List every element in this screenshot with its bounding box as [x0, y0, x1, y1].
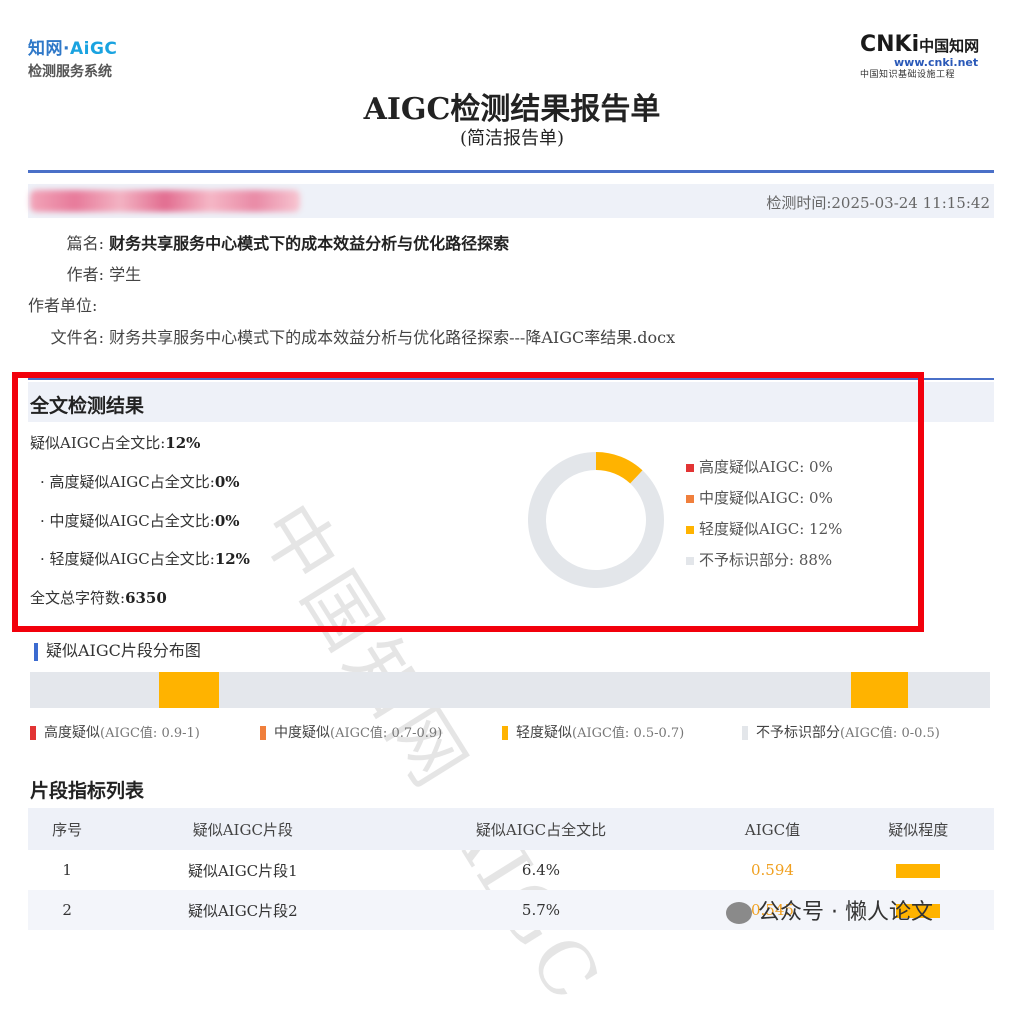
- dist-legend-high-label: 高度疑似: [44, 725, 100, 741]
- info-row-title: 篇名: 财务共享服务中心模式下的成本效益分析与优化路径探索: [28, 230, 510, 254]
- header-divider: [28, 170, 994, 173]
- distribution-segment[interactable]: [850, 672, 909, 708]
- dist-legend-unmarked-swatch: [742, 726, 748, 740]
- col-level: 疑似程度: [842, 808, 994, 850]
- row-level: [842, 850, 994, 890]
- dist-legend-mid-swatch: [260, 726, 266, 740]
- dist-legend-unmarked-range: (AIGC值: 0-0.5): [840, 726, 940, 741]
- dist-legend-low-swatch: [502, 726, 508, 740]
- author-label: 作者:: [66, 265, 104, 284]
- info-row-org: 作者单位:: [28, 292, 97, 316]
- wechat-watermark: 公众号 · 懒人论文: [726, 894, 933, 926]
- logo-text-aigc: AiGC: [69, 39, 118, 59]
- highlight-box: [12, 372, 924, 632]
- col-fragment: 疑似AIGC片段: [106, 808, 380, 850]
- logo-subtext: 检测服务系统: [28, 64, 112, 80]
- dist-legend-high: 高度疑似(AIGC值: 0.9-1): [30, 722, 200, 742]
- author-value: 学生: [109, 265, 142, 284]
- row-ratio: 6.4%: [521, 861, 561, 879]
- distribution-title: 疑似AIGC片段分布图: [34, 637, 201, 661]
- level-bar: [896, 864, 941, 878]
- cnki-brand: CNKi: [860, 32, 920, 57]
- dist-legend-unmarked: 不予标识部分(AIGC值: 0-0.5): [742, 722, 940, 742]
- report-subtitle: (简洁报告单): [459, 128, 565, 149]
- aigc-system-logo: 知网·AiGC 检测服务系统: [28, 34, 117, 81]
- cnki-brand-cn: 中国知网: [919, 37, 980, 55]
- wechat-icon: [726, 902, 752, 924]
- title-value: 财务共享服务中心模式下的成本效益分析与优化路径探索: [109, 234, 510, 253]
- row-index: 1: [62, 861, 72, 879]
- col-aigc: AIGC值: [702, 808, 843, 850]
- file-value: 财务共享服务中心模式下的成本效益分析与优化路径探索---降AIGC率结果.doc…: [109, 328, 676, 347]
- title-label: 篇名:: [66, 234, 104, 253]
- row-ratio: 5.7%: [379, 890, 703, 930]
- dist-legend-high-range: (AIGC值: 0.9-1): [100, 726, 200, 741]
- dist-legend-low-label: 轻度疑似: [516, 725, 572, 741]
- cnki-url: www.cnki.net: [894, 56, 979, 69]
- redacted-name: [30, 190, 300, 212]
- report-title: AIGC检测结果报告单: [363, 92, 661, 127]
- table-row: 1 疑似AIGC片段1 6.4% 0.594: [28, 850, 994, 890]
- file-label: 文件名:: [50, 328, 104, 347]
- info-row-file: 文件名: 财务共享服务中心模式下的成本效益分析与优化路径探索---降AIGC率结…: [28, 324, 676, 348]
- cnki-slogan: 中国知识基础设施工程: [860, 70, 956, 80]
- row-fragment-link[interactable]: 疑似AIGC片段2: [106, 890, 380, 930]
- dist-legend-mid: 中度疑似(AIGC值: 0.7-0.9): [260, 722, 442, 742]
- detection-time: 检测时间:2025-03-24 11:15:42: [766, 194, 990, 212]
- org-label: 作者单位:: [28, 296, 98, 315]
- fragment-table-title: 片段指标列表: [30, 780, 145, 802]
- row-aigc-value: 0.594: [751, 861, 794, 879]
- dist-legend-high-swatch: [30, 726, 36, 740]
- distribution-title-text: 疑似AIGC片段分布图: [46, 641, 201, 660]
- cnki-logo: CNKi中国知网 www.cnki.net 中国知识基础设施工程: [860, 34, 996, 81]
- distribution-strip: [30, 672, 990, 708]
- dist-legend-low-range: (AIGC值: 0.5-0.7): [572, 726, 685, 741]
- dist-legend-low: 轻度疑似(AIGC值: 0.5-0.7): [502, 722, 684, 742]
- col-index: 序号: [28, 808, 107, 850]
- distribution-title-marker: [34, 642, 38, 661]
- col-ratio: 疑似AIGC占全文比: [379, 808, 703, 850]
- row-index: 2: [28, 890, 107, 930]
- logo-text-cnki-cn: 知网·: [28, 39, 70, 59]
- wechat-watermark-text: 公众号 · 懒人论文: [758, 900, 933, 925]
- row-fragment-link[interactable]: 疑似AIGC片段1: [106, 850, 379, 890]
- dist-legend-mid-label: 中度疑似: [274, 725, 330, 741]
- distribution-segment[interactable]: [158, 672, 220, 708]
- info-row-author: 作者: 学生: [28, 261, 142, 285]
- table-header-row: 序号 疑似AIGC片段 疑似AIGC占全文比 AIGC值 疑似程度: [28, 808, 994, 850]
- dist-legend-mid-range: (AIGC值: 0.7-0.9): [330, 726, 443, 741]
- dist-legend-unmarked-label: 不予标识部分: [756, 725, 840, 741]
